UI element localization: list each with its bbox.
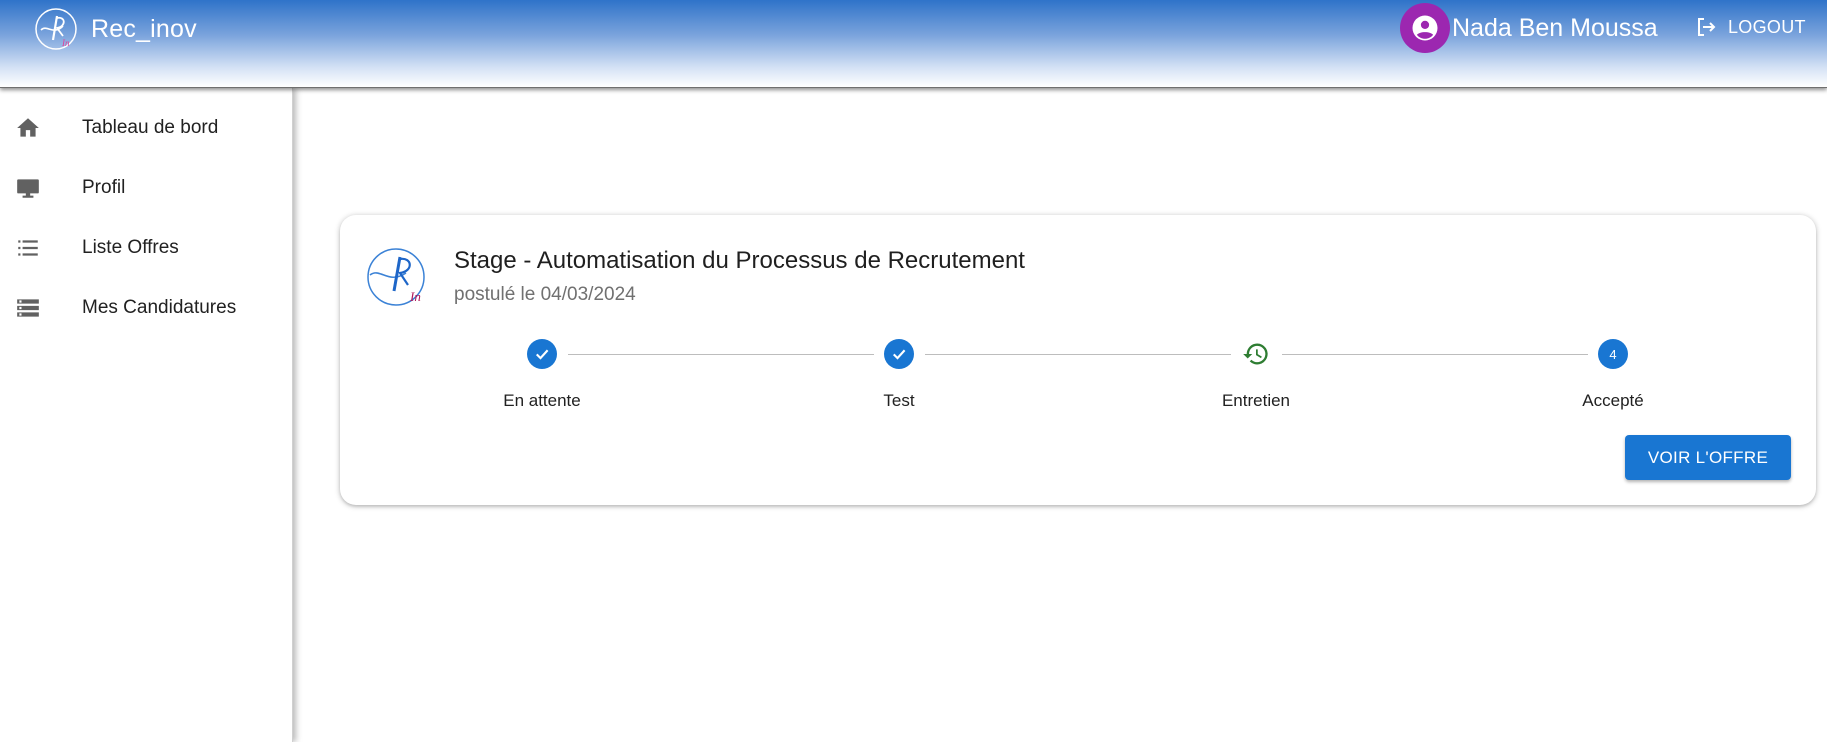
company-logo-icon: In	[367, 248, 425, 306]
view-offer-button[interactable]: VOIR L'OFFRE	[1625, 435, 1791, 480]
svg-text:In: In	[409, 289, 421, 304]
logout-icon	[1698, 18, 1716, 36]
logout-button[interactable]: LOGOUT	[1694, 15, 1806, 39]
step-label-entretien: Entretien	[1221, 391, 1291, 410]
monitor-icon	[14, 174, 42, 202]
user-name: Nada Ben Moussa	[1452, 13, 1658, 42]
stepper-connector	[1282, 354, 1588, 355]
sidebar-item-label: Liste Offres	[82, 237, 179, 258]
sidebar-item-label: Tableau de bord	[82, 117, 219, 138]
svg-text:In: In	[61, 38, 70, 48]
sidebar-item-profil[interactable]: Profil	[0, 160, 292, 216]
home-icon	[14, 114, 42, 142]
stepper-connector	[568, 354, 874, 355]
user-menu[interactable]: Nada Ben Moussa	[1400, 3, 1658, 53]
step-label-en-attente: En attente	[503, 391, 581, 410]
application-card: In Stage - Automatisation du Processus d…	[340, 215, 1816, 505]
applied-date: postulé le 04/03/2024	[454, 284, 636, 305]
brand[interactable]: In Rec_inov	[33, 6, 197, 52]
sidebar: Tableau de bord Profil Liste Offres Mes …	[0, 88, 293, 742]
sidebar-item-label: Mes Candidatures	[82, 297, 237, 318]
step-accepte-icon: 4	[1598, 339, 1628, 369]
app-logo-icon: In	[35, 8, 77, 50]
sidebar-item-mes-candidatures[interactable]: Mes Candidatures	[0, 280, 292, 336]
offer-title: Stage - Automatisation du Processus de R…	[454, 247, 1025, 274]
step-entretien-icon	[1241, 339, 1271, 369]
history-icon	[1243, 343, 1268, 365]
sidebar-item-label: Profil	[82, 177, 126, 198]
avatar[interactable]	[1400, 3, 1450, 53]
storage-icon	[14, 294, 42, 322]
step-test-icon	[884, 339, 914, 369]
app-header: In Rec_inov Nada Ben Moussa LOGOUT	[0, 0, 1827, 88]
step-en-attente-icon	[527, 339, 557, 369]
check-icon	[893, 349, 906, 360]
check-icon	[536, 349, 549, 360]
stepper-connector	[925, 354, 1231, 355]
step-label-test: Test	[883, 391, 915, 410]
account-circle-icon	[1412, 15, 1438, 41]
step-label-accepte: Accepté	[1582, 391, 1644, 410]
app-title: Rec_inov	[91, 14, 197, 43]
logout-label: LOGOUT	[1728, 16, 1806, 37]
sidebar-item-liste-offres[interactable]: Liste Offres	[0, 220, 292, 276]
list-icon	[14, 234, 42, 262]
sidebar-item-tableau-de-bord[interactable]: Tableau de bord	[0, 100, 292, 156]
